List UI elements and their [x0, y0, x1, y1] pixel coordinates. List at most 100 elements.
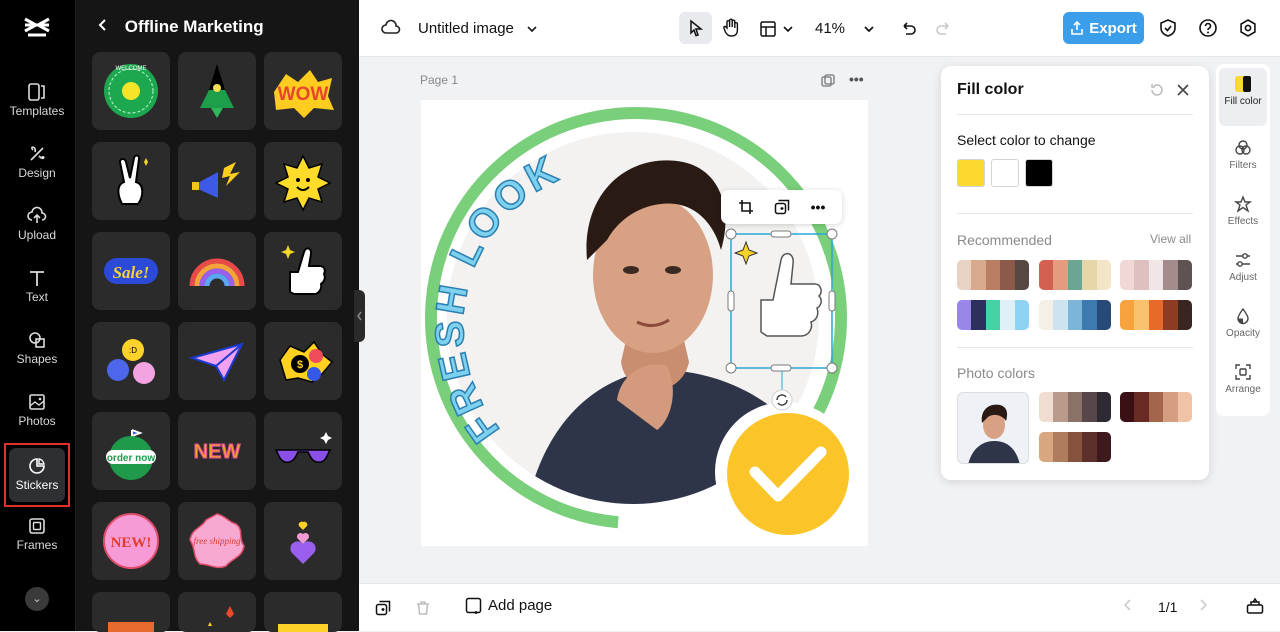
recommended-palette[interactable]	[1120, 260, 1192, 290]
settings-gear-icon[interactable]	[1233, 13, 1263, 43]
sticker-rocket[interactable]	[178, 52, 256, 130]
pages-panel-icon[interactable]	[1246, 597, 1264, 620]
sticker-money[interactable]: $	[264, 322, 342, 400]
tool-fill-color[interactable]: Fill color	[1219, 68, 1267, 126]
sticker-order-now[interactable]: order now	[92, 412, 170, 490]
rail-text[interactable]: Text	[0, 268, 74, 322]
rail-stickers[interactable]: Stickers	[4, 443, 70, 507]
tool-label: Filters	[1229, 160, 1257, 171]
opacity-icon	[1237, 307, 1249, 325]
palette-color	[1039, 300, 1054, 330]
view-all-link[interactable]: View all	[1150, 232, 1191, 246]
recommended-palette[interactable]	[1120, 300, 1192, 330]
next-page-icon[interactable]	[1197, 598, 1209, 617]
sticker-new-badge[interactable]: NEW!	[92, 502, 170, 580]
duplicate-icon[interactable]	[767, 192, 797, 222]
more-options-icon[interactable]: •••	[803, 192, 833, 222]
rail-templates[interactable]: Templates	[0, 82, 74, 136]
palette-color	[1163, 300, 1178, 330]
color-swatch-black[interactable]	[1025, 159, 1053, 187]
palette-color	[971, 300, 986, 330]
back-arrow-icon[interactable]	[96, 17, 120, 37]
photo-thumbnail[interactable]	[957, 392, 1029, 464]
sticker-partial-3[interactable]	[264, 592, 342, 632]
sticker-peace-hand[interactable]	[92, 142, 170, 220]
adjust-icon	[1236, 253, 1250, 267]
palette-color	[1148, 392, 1164, 422]
reset-icon[interactable]	[1149, 82, 1165, 103]
recommended-palette[interactable]	[1039, 260, 1111, 290]
layout-dropdown[interactable]	[759, 0, 793, 57]
sticker-megaphone[interactable]	[178, 142, 256, 220]
sticker-rainbow[interactable]	[178, 232, 256, 310]
export-button[interactable]: Export	[1063, 12, 1144, 44]
recommended-palette[interactable]	[957, 260, 1029, 290]
shield-icon[interactable]	[1153, 13, 1183, 43]
sticker-thumbs-up[interactable]	[264, 232, 342, 310]
rail-label: Text	[25, 290, 48, 304]
rail-more-chevron-down-icon[interactable]: ⌄	[25, 587, 49, 611]
sticker-free-shipping[interactable]: free shipping	[178, 502, 256, 580]
rail-photos[interactable]: Photos	[0, 392, 74, 446]
duplicate-page-icon[interactable]	[368, 593, 398, 623]
sticker-partial-1[interactable]	[92, 592, 170, 632]
effects-icon	[1234, 195, 1252, 213]
sticker-wow[interactable]: WOW	[264, 52, 342, 130]
close-icon[interactable]	[1175, 82, 1191, 103]
rail-frames[interactable]: Frames	[0, 516, 74, 570]
bottom-bar: Add page 1/1	[359, 583, 1280, 631]
recommended-palette[interactable]	[957, 300, 1029, 330]
export-label: Export	[1089, 19, 1137, 37]
sticker-smiley-burst[interactable]	[264, 142, 342, 220]
photo-palette[interactable]	[1039, 392, 1111, 422]
page-more-icon[interactable]: •••	[849, 71, 864, 87]
zoom-dropdown[interactable]: 41%	[815, 0, 875, 57]
sticker-hearts[interactable]	[264, 502, 342, 580]
doc-title-dropdown[interactable]: Untitled image	[418, 0, 538, 57]
redo-icon[interactable]	[929, 13, 959, 43]
sticker-sale[interactable]: Sale!	[92, 232, 170, 310]
photo-palette[interactable]	[1120, 392, 1192, 422]
canvas-page[interactable]: FRESH LOOK	[421, 100, 868, 546]
duplicate-page-icon[interactable]	[820, 73, 836, 94]
tool-opacity[interactable]: Opacity	[1219, 300, 1267, 358]
sticker-smiley-faces[interactable]: :D	[92, 322, 170, 400]
delete-trash-icon[interactable]	[408, 593, 438, 623]
frames-icon	[29, 518, 45, 534]
color-swatch-white[interactable]	[991, 159, 1019, 187]
cloud-sync-icon[interactable]	[376, 13, 406, 43]
sticker-welcome[interactable]: WELCOME	[92, 52, 170, 130]
palette-color	[1067, 392, 1083, 422]
undo-icon[interactable]	[893, 13, 923, 43]
tool-arrange[interactable]: Arrange	[1219, 356, 1267, 414]
recommended-palette[interactable]	[1039, 300, 1111, 330]
rail-design[interactable]: Design	[0, 144, 74, 198]
help-icon[interactable]	[1193, 13, 1223, 43]
palette-color	[1177, 300, 1192, 330]
panel-collapse-handle[interactable]	[354, 290, 365, 342]
upload-icon	[27, 206, 47, 223]
sticker-text: NEW	[194, 441, 241, 463]
tool-effects[interactable]: Effects	[1219, 188, 1267, 246]
doc-title: Untitled image	[418, 20, 514, 37]
crop-icon[interactable]	[731, 192, 761, 222]
prev-page-icon[interactable]	[1122, 598, 1134, 617]
palette-color	[1134, 392, 1149, 422]
add-page-button[interactable]: Add page	[465, 597, 552, 614]
rail-upload[interactable]: Upload	[0, 206, 74, 260]
select-pointer-icon[interactable]	[679, 12, 712, 44]
sticker-new[interactable]: NEW	[178, 412, 256, 490]
color-swatch-yellow[interactable]	[957, 159, 985, 187]
photo-palette[interactable]	[1039, 432, 1111, 462]
sticker-paper-plane[interactable]	[178, 322, 256, 400]
capcut-logo-icon[interactable]	[22, 14, 52, 42]
rail-shapes[interactable]: Shapes	[0, 330, 74, 384]
palette-color	[957, 260, 972, 290]
sticker-panel: Offline Marketing WELCOME WOW Sale! :D $…	[76, 0, 359, 632]
hand-pan-icon[interactable]	[716, 13, 746, 43]
divider	[957, 347, 1193, 348]
sticker-sunglasses[interactable]	[264, 412, 342, 490]
tool-filters[interactable]: Filters	[1219, 132, 1267, 190]
sticker-partial-2[interactable]	[178, 592, 256, 632]
tool-adjust[interactable]: Adjust	[1219, 244, 1267, 302]
